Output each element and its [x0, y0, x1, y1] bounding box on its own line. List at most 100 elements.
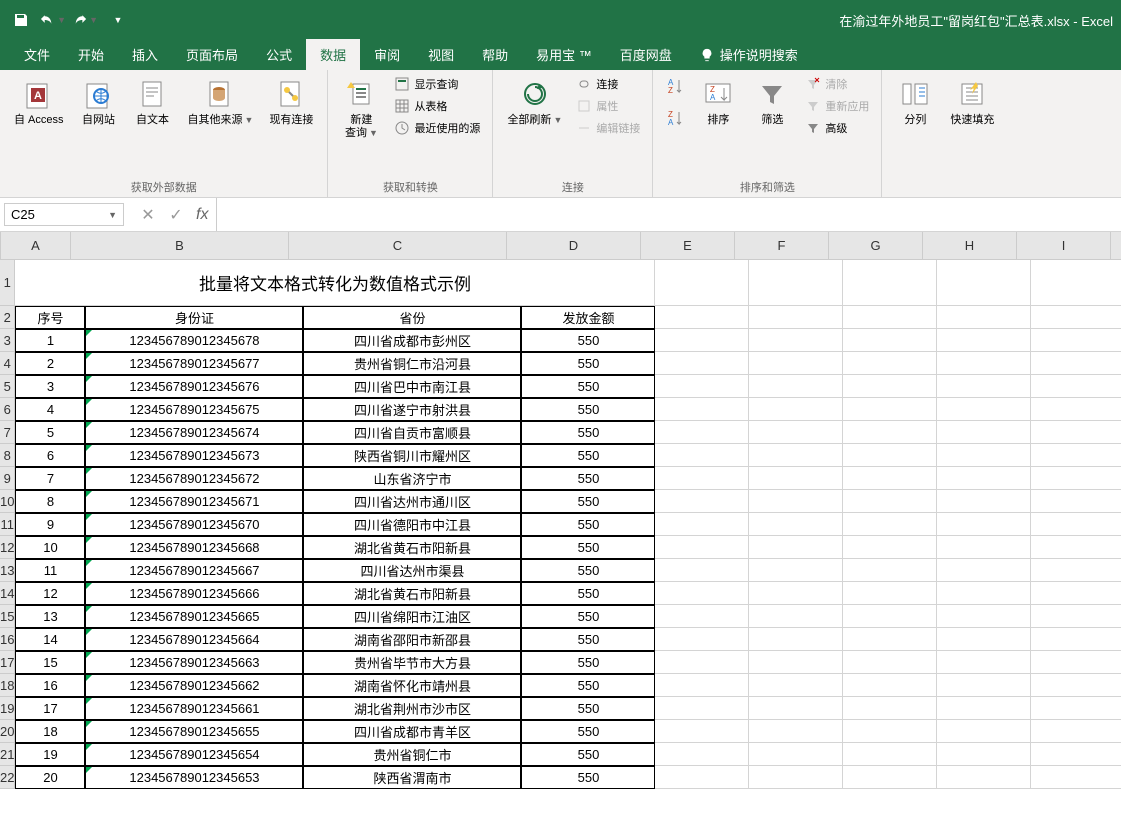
show-queries-button[interactable]: 显示查询: [390, 74, 484, 94]
cell[interactable]: [1031, 444, 1121, 467]
cell[interactable]: [1031, 697, 1121, 720]
cell[interactable]: [843, 421, 937, 444]
data-amount[interactable]: 550: [521, 651, 655, 674]
tab-file[interactable]: 文件: [10, 39, 64, 70]
data-amount[interactable]: 550: [521, 582, 655, 605]
data-id[interactable]: 123456789012345676: [85, 375, 303, 398]
cell[interactable]: [655, 306, 749, 329]
row-header-21[interactable]: 21: [0, 743, 15, 766]
cell[interactable]: [843, 605, 937, 628]
cell[interactable]: [843, 582, 937, 605]
sort-button[interactable]: ZA排序: [693, 74, 743, 131]
tab-home[interactable]: 开始: [64, 39, 118, 70]
data-amount[interactable]: 550: [521, 513, 655, 536]
tab-data[interactable]: 数据: [306, 39, 360, 70]
cell[interactable]: [937, 582, 1031, 605]
cell[interactable]: [655, 467, 749, 490]
cell[interactable]: [655, 260, 749, 306]
cell[interactable]: [749, 743, 843, 766]
cell[interactable]: [1031, 352, 1121, 375]
data-id[interactable]: 123456789012345675: [85, 398, 303, 421]
data-id[interactable]: 123456789012345673: [85, 444, 303, 467]
column-header-H[interactable]: H: [923, 232, 1017, 260]
from-other-button[interactable]: 自其他来源▼: [182, 74, 260, 131]
data-province[interactable]: 四川省自贡市富顺县: [303, 421, 521, 444]
data-id[interactable]: 123456789012345661: [85, 697, 303, 720]
data-amount[interactable]: 550: [521, 467, 655, 490]
cell[interactable]: [843, 306, 937, 329]
cell[interactable]: [937, 697, 1031, 720]
cancel-edit-button[interactable]: ✕: [136, 203, 160, 227]
data-amount[interactable]: 550: [521, 352, 655, 375]
tab-insert[interactable]: 插入: [118, 39, 172, 70]
row-header-15[interactable]: 15: [0, 605, 15, 628]
cell[interactable]: [1031, 421, 1121, 444]
cell[interactable]: [843, 628, 937, 651]
data-province[interactable]: 湖北省黄石市阳新县: [303, 582, 521, 605]
cell[interactable]: [843, 444, 937, 467]
data-amount[interactable]: 550: [521, 559, 655, 582]
data-province[interactable]: 湖北省荆州市沙市区: [303, 697, 521, 720]
data-amount[interactable]: 550: [521, 743, 655, 766]
data-seq[interactable]: 10: [15, 536, 85, 559]
data-province[interactable]: 湖南省怀化市靖州县: [303, 674, 521, 697]
cell[interactable]: [655, 674, 749, 697]
cell[interactable]: [655, 743, 749, 766]
data-seq[interactable]: 6: [15, 444, 85, 467]
cell[interactable]: [1031, 375, 1121, 398]
data-province[interactable]: 四川省成都市彭州区: [303, 329, 521, 352]
cell[interactable]: [843, 490, 937, 513]
data-province[interactable]: 贵州省毕节市大方县: [303, 651, 521, 674]
data-province[interactable]: 四川省成都市青羊区: [303, 720, 521, 743]
connections-button[interactable]: 连接: [572, 74, 644, 94]
cell[interactable]: [655, 490, 749, 513]
cell[interactable]: [937, 467, 1031, 490]
cell[interactable]: [655, 720, 749, 743]
confirm-edit-button[interactable]: ✓: [164, 203, 188, 227]
row-header-14[interactable]: 14: [0, 582, 15, 605]
recent-sources-button[interactable]: 最近使用的源: [390, 118, 484, 138]
advanced-filter-button[interactable]: 高级: [801, 118, 873, 138]
text-to-columns-button[interactable]: 分列: [890, 74, 940, 131]
row-header-8[interactable]: 8: [0, 444, 15, 467]
header-id[interactable]: 身份证: [85, 306, 303, 329]
cell[interactable]: [937, 375, 1031, 398]
row-header-6[interactable]: 6: [0, 398, 15, 421]
cell[interactable]: [749, 467, 843, 490]
data-seq[interactable]: 16: [15, 674, 85, 697]
row-header-17[interactable]: 17: [0, 651, 15, 674]
header-seq[interactable]: 序号: [15, 306, 85, 329]
cell[interactable]: [655, 697, 749, 720]
cell[interactable]: [749, 513, 843, 536]
cell[interactable]: [655, 651, 749, 674]
cell[interactable]: [1031, 467, 1121, 490]
row-header-22[interactable]: 22: [0, 766, 15, 789]
data-seq[interactable]: 11: [15, 559, 85, 582]
data-id[interactable]: 123456789012345653: [85, 766, 303, 789]
cell[interactable]: [1031, 490, 1121, 513]
data-province[interactable]: 陕西省铜川市耀州区: [303, 444, 521, 467]
redo-button[interactable]: ▼: [72, 7, 98, 33]
data-seq[interactable]: 3: [15, 375, 85, 398]
cell[interactable]: [749, 398, 843, 421]
cell[interactable]: [655, 536, 749, 559]
from-web-button[interactable]: 自网站: [74, 74, 124, 131]
data-province[interactable]: 湖南省邵阳市新邵县: [303, 628, 521, 651]
data-seq[interactable]: 19: [15, 743, 85, 766]
row-header-4[interactable]: 4: [0, 352, 15, 375]
data-seq[interactable]: 8: [15, 490, 85, 513]
data-seq[interactable]: 2: [15, 352, 85, 375]
row-header-7[interactable]: 7: [0, 421, 15, 444]
data-id[interactable]: 123456789012345663: [85, 651, 303, 674]
cell[interactable]: [749, 260, 843, 306]
data-province[interactable]: 湖北省黄石市阳新县: [303, 536, 521, 559]
cell[interactable]: [843, 352, 937, 375]
data-seq[interactable]: 18: [15, 720, 85, 743]
cell[interactable]: [937, 720, 1031, 743]
header-amount[interactable]: 发放金额: [521, 306, 655, 329]
cell[interactable]: [937, 766, 1031, 789]
cell[interactable]: [1031, 605, 1121, 628]
cell[interactable]: [937, 605, 1031, 628]
cell[interactable]: [1031, 743, 1121, 766]
row-header-3[interactable]: 3: [0, 329, 15, 352]
